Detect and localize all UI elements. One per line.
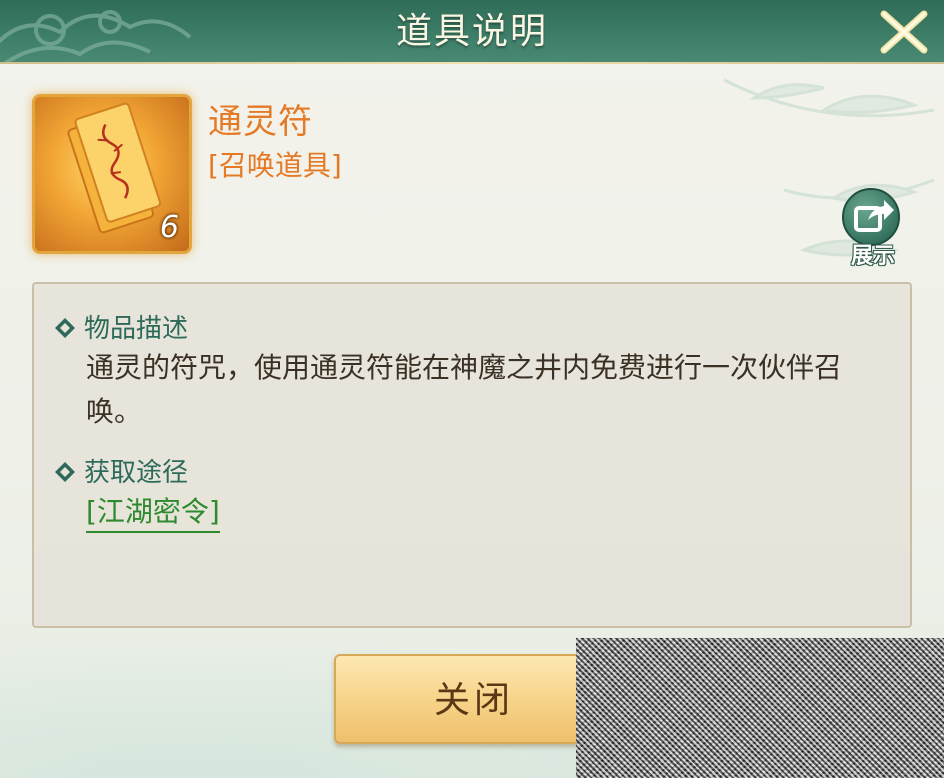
description-heading: 物品描述 xyxy=(54,308,188,345)
source-title: 获取途径 xyxy=(84,458,189,488)
source-link[interactable]: [江湖密令] xyxy=(86,490,220,533)
description-title: 物品描述 xyxy=(84,314,189,344)
share-button[interactable]: 展示 xyxy=(836,188,910,270)
diamond-bullet-icon xyxy=(54,316,76,338)
description-text: 通灵的符咒，使用通灵符能在神魔之井内免费进行一次伙伴召唤。 xyxy=(86,351,843,428)
item-name: 通灵符 xyxy=(208,102,313,142)
diamond-bullet-icon xyxy=(54,460,76,482)
obscured-region xyxy=(576,638,944,778)
dialog-header: 道具说明 xyxy=(0,0,944,64)
source-heading: 获取途径 xyxy=(54,452,188,489)
share-label: 展示 xyxy=(850,244,895,269)
close-button-label: 关闭 xyxy=(433,680,514,721)
description-box: 物品描述 通灵的符咒，使用通灵符能在神魔之井内免费进行一次伙伴召唤。 获取途径 … xyxy=(32,282,912,628)
dialog-title: 道具说明 xyxy=(395,11,548,52)
close-button[interactable]: 关闭 xyxy=(334,654,610,744)
header-divider xyxy=(0,62,944,64)
item-count: 6 xyxy=(159,210,179,245)
close-x-icon[interactable] xyxy=(876,6,932,58)
item-icon-slot: 6 xyxy=(32,94,192,254)
item-type: [召唤道具] xyxy=(208,149,342,182)
